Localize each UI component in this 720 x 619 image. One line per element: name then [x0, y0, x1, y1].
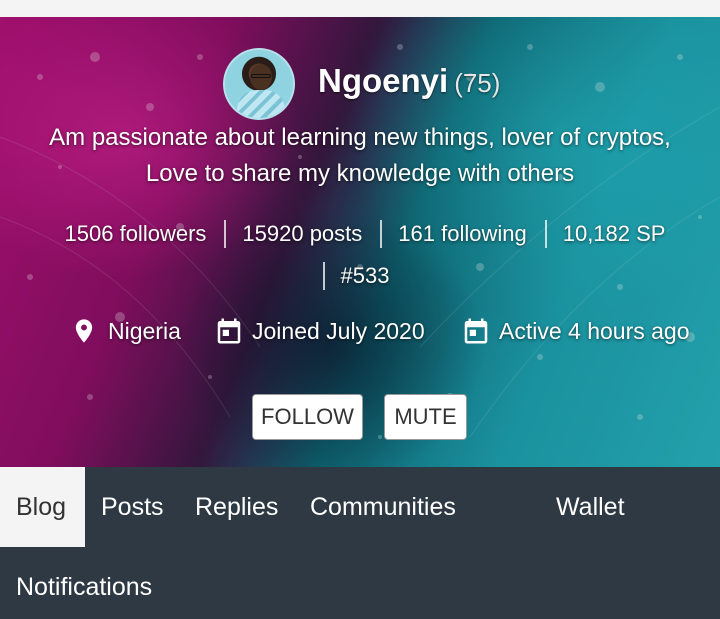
- mute-button[interactable]: MUTE: [384, 394, 467, 440]
- avatar-glasses: [251, 74, 271, 78]
- tab-replies[interactable]: Replies: [179, 467, 294, 547]
- profile-tabs: Blog Posts Replies Communities Wallet No…: [0, 467, 720, 619]
- avatar[interactable]: [223, 48, 295, 120]
- map-pin-icon: [75, 319, 93, 343]
- profile-about: Am passionate about learning new things,…: [49, 124, 671, 187]
- sp-amount: 10,182 SP: [544, 213, 684, 255]
- location-text: Nigeria: [108, 318, 181, 344]
- tab-notifications[interactable]: Notifications: [0, 547, 168, 619]
- tab-wallet[interactable]: Wallet: [540, 467, 641, 547]
- calendar-icon: [217, 318, 241, 344]
- follow-button[interactable]: FOLLOW: [252, 394, 363, 440]
- tab-blog[interactable]: Blog: [0, 467, 85, 547]
- profile-name: Ngoenyi (75): [318, 59, 500, 103]
- joined-text: Joined July 2020: [252, 318, 425, 344]
- profile-stats: 1506 followers 15920 posts 161 following 10…: [40, 213, 690, 297]
- posts-count: 15920 posts: [224, 213, 380, 255]
- rank: #533: [322, 255, 408, 297]
- top-strip: [0, 0, 720, 17]
- avatar-body: [237, 90, 285, 118]
- tab-communities[interactable]: Communities: [294, 467, 472, 547]
- profile-name-text: Ngoenyi: [318, 62, 449, 99]
- followers-count[interactable]: 1506 followers: [47, 213, 225, 255]
- following-count[interactable]: 161 following: [380, 213, 544, 255]
- active-text: Active 4 hours ago: [499, 318, 690, 344]
- reputation-score: (75): [454, 68, 501, 98]
- tab-posts[interactable]: Posts: [85, 467, 180, 547]
- profile-header: Ngoenyi (75) Am passionate about learning…: [0, 17, 720, 467]
- calendar-icon: [464, 318, 488, 344]
